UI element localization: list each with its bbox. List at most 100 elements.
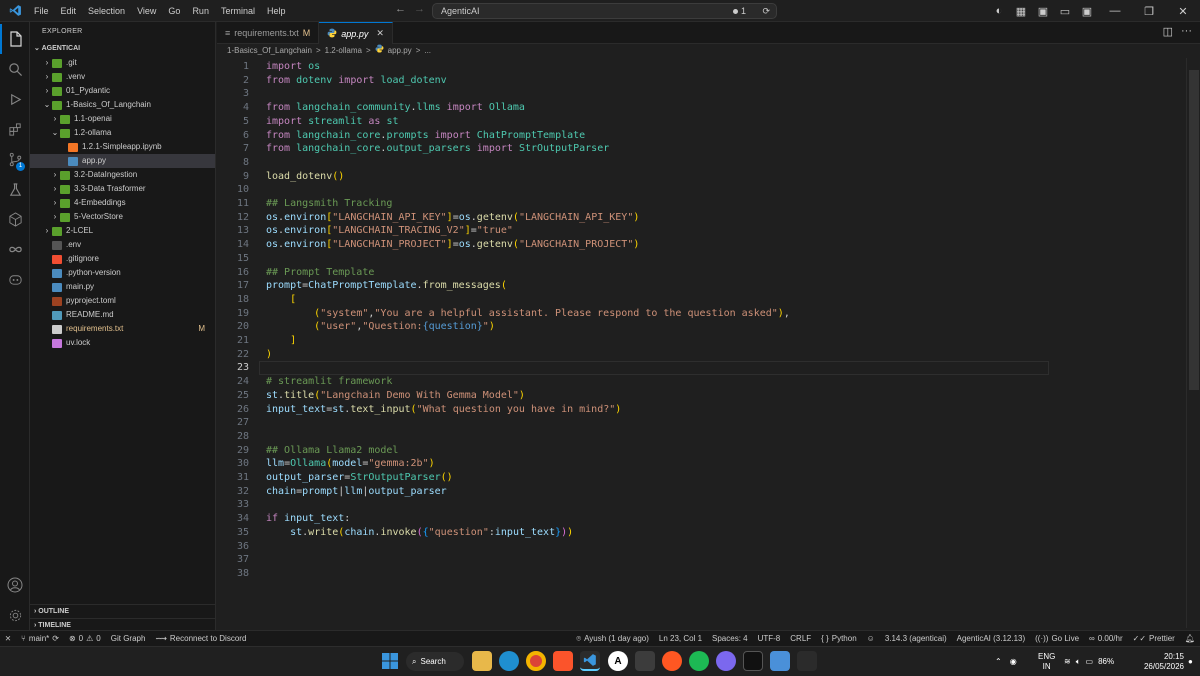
code-line[interactable]: 17 prompt=ChatPromptTemplate.from_message… [217, 279, 1200, 293]
code-line[interactable]: 9 load_dotenv() [217, 170, 1200, 184]
eol[interactable]: CRLF [785, 634, 816, 643]
folder-item[interactable]: › 2-LCEL [30, 224, 215, 238]
minimize-button[interactable]: — [1098, 2, 1132, 20]
app-dark-icon[interactable] [743, 651, 763, 671]
code-line[interactable]: 21 ] [217, 334, 1200, 348]
vscode-taskbar-icon[interactable] [580, 651, 600, 671]
notification-center-icon[interactable]: ● [1188, 647, 1193, 676]
python-env[interactable]: AgenticAI (3.12.13) [952, 634, 1030, 643]
testing-flask-icon[interactable] [0, 174, 30, 204]
problems-item[interactable]: ⊗ 0 ⚠ 0 [64, 634, 106, 643]
taskbar-search[interactable]: ⌕ Search [406, 652, 464, 671]
extensions-icon[interactable] [0, 114, 30, 144]
code-line[interactable]: 20 ("user","Question:{question}") [217, 320, 1200, 334]
code-line[interactable]: 26 input_text=st.text_input("What questio… [217, 403, 1200, 417]
edge-browser-icon[interactable] [499, 651, 519, 671]
breadcrumb-subfolder[interactable]: 1.2-ollama [325, 44, 362, 58]
folder-item[interactable]: ⌄ 1-Basics_Of_Langchain [30, 98, 215, 112]
python-version[interactable]: 3.14.3 (agenticai) [880, 634, 952, 643]
settings-gear-icon[interactable] [0, 600, 30, 630]
code-line[interactable]: 34 if input_text: [217, 512, 1200, 526]
explorer-icon[interactable] [0, 24, 30, 54]
file-explorer-icon[interactable] [472, 651, 492, 671]
code-line[interactable]: 25 st.title("Langchain Demo With Gemma Mo… [217, 389, 1200, 403]
menu-go[interactable]: Go [162, 0, 186, 22]
back-arrow-icon[interactable]: ← [395, 3, 406, 15]
code-line[interactable]: 6 from langchain_core.prompts import Chat… [217, 129, 1200, 143]
remote-explorer-icon[interactable] [0, 204, 30, 234]
app-a-icon[interactable]: A [608, 651, 628, 671]
folder-item[interactable]: ⌄ 1.2-ollama [30, 126, 215, 140]
code-line[interactable]: 37 [217, 553, 1200, 567]
editor-scrollbar[interactable] [1186, 58, 1200, 628]
app-misc-icon[interactable] [797, 651, 817, 671]
code-line[interactable]: 15 [217, 252, 1200, 266]
file-item[interactable]: uv.lock [30, 336, 215, 350]
account-icon[interactable] [0, 570, 30, 600]
copilot-chat-icon[interactable] [0, 264, 30, 294]
source-control-indicator[interactable]: 1 [732, 6, 746, 16]
tray-chevron-up-icon[interactable]: ⌃ [995, 657, 1002, 666]
prettier-item[interactable]: ✓✓ Prettier [1128, 634, 1180, 643]
code-editor[interactable]: 1 import os 2 from dotenv import load_doten… [217, 58, 1200, 628]
app-terminal-icon[interactable] [635, 651, 655, 671]
code-line[interactable]: 8 [217, 156, 1200, 170]
breadcrumb-file[interactable]: app.py [388, 44, 412, 58]
code-line[interactable]: 31 output_parser=StrOutputParser() [217, 471, 1200, 485]
command-center-search[interactable]: AgenticAI 1 ⟳ [432, 3, 777, 19]
code-line[interactable]: 3 [217, 87, 1200, 101]
language-indicator[interactable]: ENG IN [1038, 647, 1055, 676]
code-line[interactable]: 27 [217, 416, 1200, 430]
workspace-root[interactable]: ⌄ AGENTICAI [30, 42, 215, 56]
file-item[interactable]: main.py [30, 280, 215, 294]
folder-item[interactable]: › .git [30, 56, 215, 70]
menu-file[interactable]: File [28, 0, 55, 22]
file-item[interactable]: pyproject.toml [30, 294, 215, 308]
code-line[interactable]: 24 # streamlit framework [217, 375, 1200, 389]
split-editor-icon[interactable]: ◫ [1163, 25, 1173, 38]
infinity-icon[interactable] [0, 234, 30, 264]
branch-item[interactable]: ⑂ main* ⟳ [16, 634, 64, 643]
folder-item[interactable]: › 5-VectorStore [30, 210, 215, 224]
quick-settings[interactable]: ≋ 🔈︎ ▭ 86% [1064, 647, 1114, 676]
code-line[interactable]: 7 from langchain_core.output_parsers impo… [217, 142, 1200, 156]
close-tab-icon[interactable]: ✕ [376, 28, 384, 39]
folder-item[interactable]: › 3.2-DataIngestion [30, 168, 215, 182]
file-item[interactable]: .env [30, 238, 215, 252]
remote-indicator-icon[interactable]: ⨯ [0, 631, 16, 647]
cursor-position[interactable]: Ln 23, Col 1 [654, 634, 707, 643]
source-control-icon[interactable]: 1 [0, 144, 30, 174]
code-line[interactable]: 38 [217, 567, 1200, 581]
code-line[interactable]: 11 ## Langsmith Tracking [217, 197, 1200, 211]
toggle-panel-icon[interactable]: ▭ [1054, 2, 1076, 20]
menu-help[interactable]: Help [261, 0, 292, 22]
file-item[interactable]: 1.2.1-Simpleapp.ipynb [30, 140, 215, 154]
code-line[interactable]: 2 from dotenv import load_dotenv [217, 74, 1200, 88]
brave-icon[interactable] [553, 651, 573, 671]
folder-item[interactable]: › .venv [30, 70, 215, 84]
code-line[interactable]: 1 import os [217, 60, 1200, 74]
search-icon[interactable] [0, 54, 30, 84]
accounts-icon[interactable]: ◐ [988, 2, 1010, 20]
notifications-icon[interactable]: 🔔︎ [1180, 634, 1200, 643]
indentation[interactable]: Spaces: 4 [707, 634, 753, 643]
outline-section[interactable]: › OUTLINE [30, 604, 216, 618]
encoding[interactable]: UTF-8 [753, 634, 786, 643]
code-line[interactable]: 19 ("system","You are a helpful assistan… [217, 307, 1200, 321]
file-item[interactable]: README.md [30, 308, 215, 322]
file-item[interactable]: .gitignore [30, 252, 215, 266]
code-line[interactable]: 22) [217, 348, 1200, 362]
scrollbar-thumb[interactable] [1189, 70, 1199, 390]
menu-run[interactable]: Run [186, 0, 215, 22]
folder-item[interactable]: › 4-Embeddings [30, 196, 215, 210]
more-actions-icon[interactable]: ··· [1181, 25, 1192, 38]
rate-item[interactable]: ∞ 0.00/hr [1084, 634, 1128, 643]
folder-item[interactable]: › 3.3-Data Trasformer [30, 182, 215, 196]
code-line[interactable]: 14 os.environ["LANGCHAIN_PROJECT"]=os.get… [217, 238, 1200, 252]
windows-start-icon[interactable] [380, 651, 400, 671]
code-line[interactable]: 16 ## Prompt Template [217, 266, 1200, 280]
tray-app-icon[interactable]: ◉ [1010, 657, 1017, 666]
menu-selection[interactable]: Selection [82, 0, 131, 22]
code-line[interactable]: 36 [217, 540, 1200, 554]
go-live[interactable]: ((·)) Go Live [1030, 634, 1084, 643]
